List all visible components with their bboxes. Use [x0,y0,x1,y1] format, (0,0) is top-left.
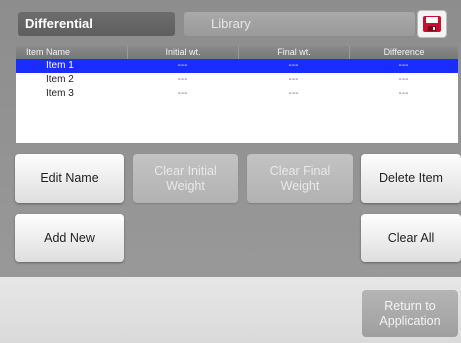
clear-all-button[interactable]: Clear All [361,214,461,262]
tab-differential[interactable]: Differential [18,12,175,36]
table-row[interactable]: Item 2 --- --- --- [16,73,458,87]
items-table: Item Name Initial wt. Final wt. Differen… [16,46,458,143]
table-row[interactable]: Item 3 --- --- --- [16,87,458,101]
save-button[interactable] [418,11,446,37]
add-new-button[interactable]: Add New [15,214,124,262]
clear-final-weight-button[interactable]: Clear Final Weight [247,154,353,203]
cell-initial-wt: --- [177,74,188,85]
table-header: Item Name Initial wt. Final wt. Differen… [16,46,458,59]
delete-item-button[interactable]: Delete Item [361,154,461,203]
table-row[interactable]: Item 1 --- --- --- [16,59,458,73]
cell-item-name: Item 1 [46,60,74,71]
differential-screen: Differential Library Item Name Initial w… [0,0,461,343]
cell-initial-wt: --- [177,60,188,71]
header-final-wt: Final wt. [238,46,349,59]
floppy-disk-icon [423,16,441,32]
cell-initial-wt: --- [177,88,188,99]
cell-difference: --- [398,60,409,71]
clear-initial-weight-button[interactable]: Clear Initial Weight [133,154,238,203]
cell-final-wt: --- [288,74,299,85]
header-initial-wt: Initial wt. [127,46,238,59]
cell-item-name: Item 3 [46,88,74,99]
cell-final-wt: --- [288,88,299,99]
cell-difference: --- [398,74,409,85]
header-item-name: Item Name [26,47,71,57]
edit-name-button[interactable]: Edit Name [15,154,124,203]
return-to-application-button[interactable]: Return to Application [362,290,458,337]
cell-final-wt: --- [288,60,299,71]
tab-library[interactable]: Library [184,12,415,36]
cell-difference: --- [398,88,409,99]
cell-item-name: Item 2 [46,74,74,85]
header-difference: Difference [349,46,458,59]
